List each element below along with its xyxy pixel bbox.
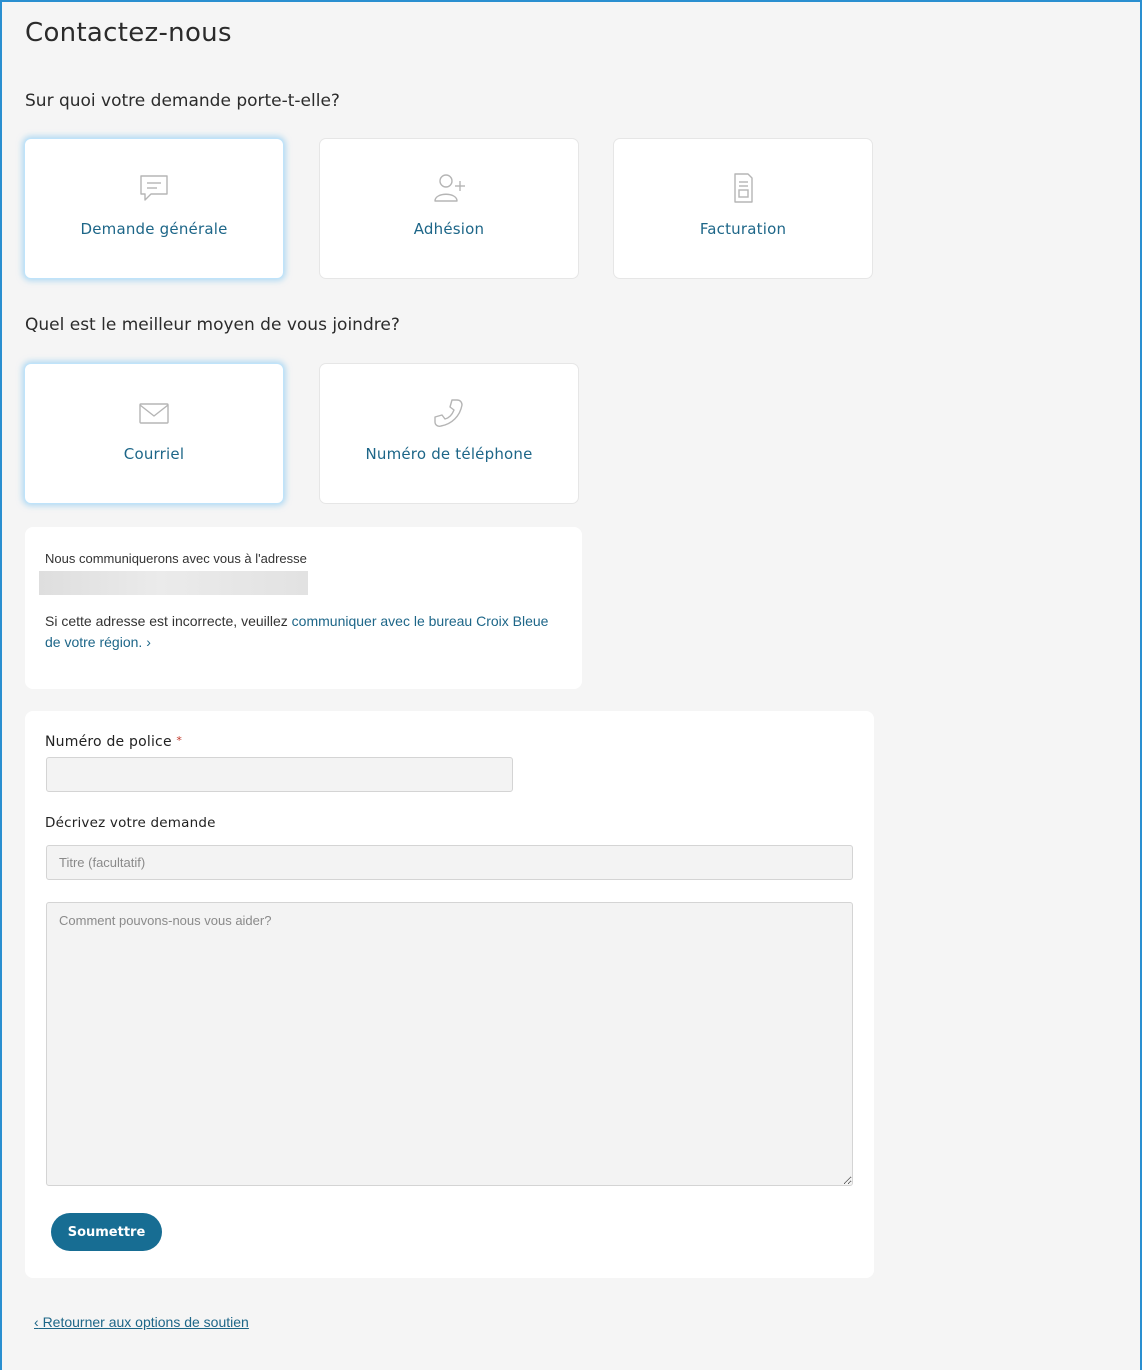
contact-method-question: Quel est le meilleur moyen de vous joind… [25,315,400,335]
policy-number-input[interactable] [46,757,513,792]
contact-option-label: Courriel [123,445,185,463]
describe-request-label: Décrivez votre demande [45,815,216,831]
topic-option-general[interactable]: Demande générale [24,138,284,279]
contact-option-label: Numéro de téléphone [365,445,533,463]
add-user-icon [434,174,465,202]
document-icon [734,173,753,203]
policy-number-label: Numéro de police * [45,734,183,750]
email-info-text: Nous communiquerons avec vous à l'adress… [45,551,307,566]
redacted-email [39,571,308,595]
contact-option-email[interactable]: Courriel [24,363,284,504]
required-marker: * [176,734,183,747]
submit-button[interactable]: Soumettre [51,1213,162,1251]
topic-option-label: Facturation [699,220,787,238]
phone-icon [434,399,463,427]
topic-option-billing[interactable]: Facturation [613,138,873,279]
contact-option-phone[interactable]: Numéro de téléphone [319,363,579,504]
email-correction-prefix: Si cette adresse est incorrecte, veuille… [45,613,288,629]
message-icon [140,175,168,201]
topic-option-label: Demande générale [80,220,228,238]
envelope-icon [139,403,169,424]
back-to-support-link[interactable]: ‹ Retourner aux options de soutien [34,1314,249,1330]
chevron-left-icon: ‹ [34,1314,39,1330]
email-correction-text: Si cette adresse est incorrecte, veuille… [45,611,555,653]
page-title: Contactez-nous [25,18,232,48]
email-info-panel: Nous communiquerons avec vous à l'adress… [25,527,582,689]
request-title-input[interactable] [46,845,853,880]
topic-option-membership[interactable]: Adhésion [319,138,579,279]
topic-question: Sur quoi votre demande porte-t-elle? [25,91,340,111]
request-form: Numéro de police * Décrivez votre demand… [25,711,874,1278]
topic-option-label: Adhésion [413,220,485,238]
request-message-textarea[interactable] [46,902,853,1186]
